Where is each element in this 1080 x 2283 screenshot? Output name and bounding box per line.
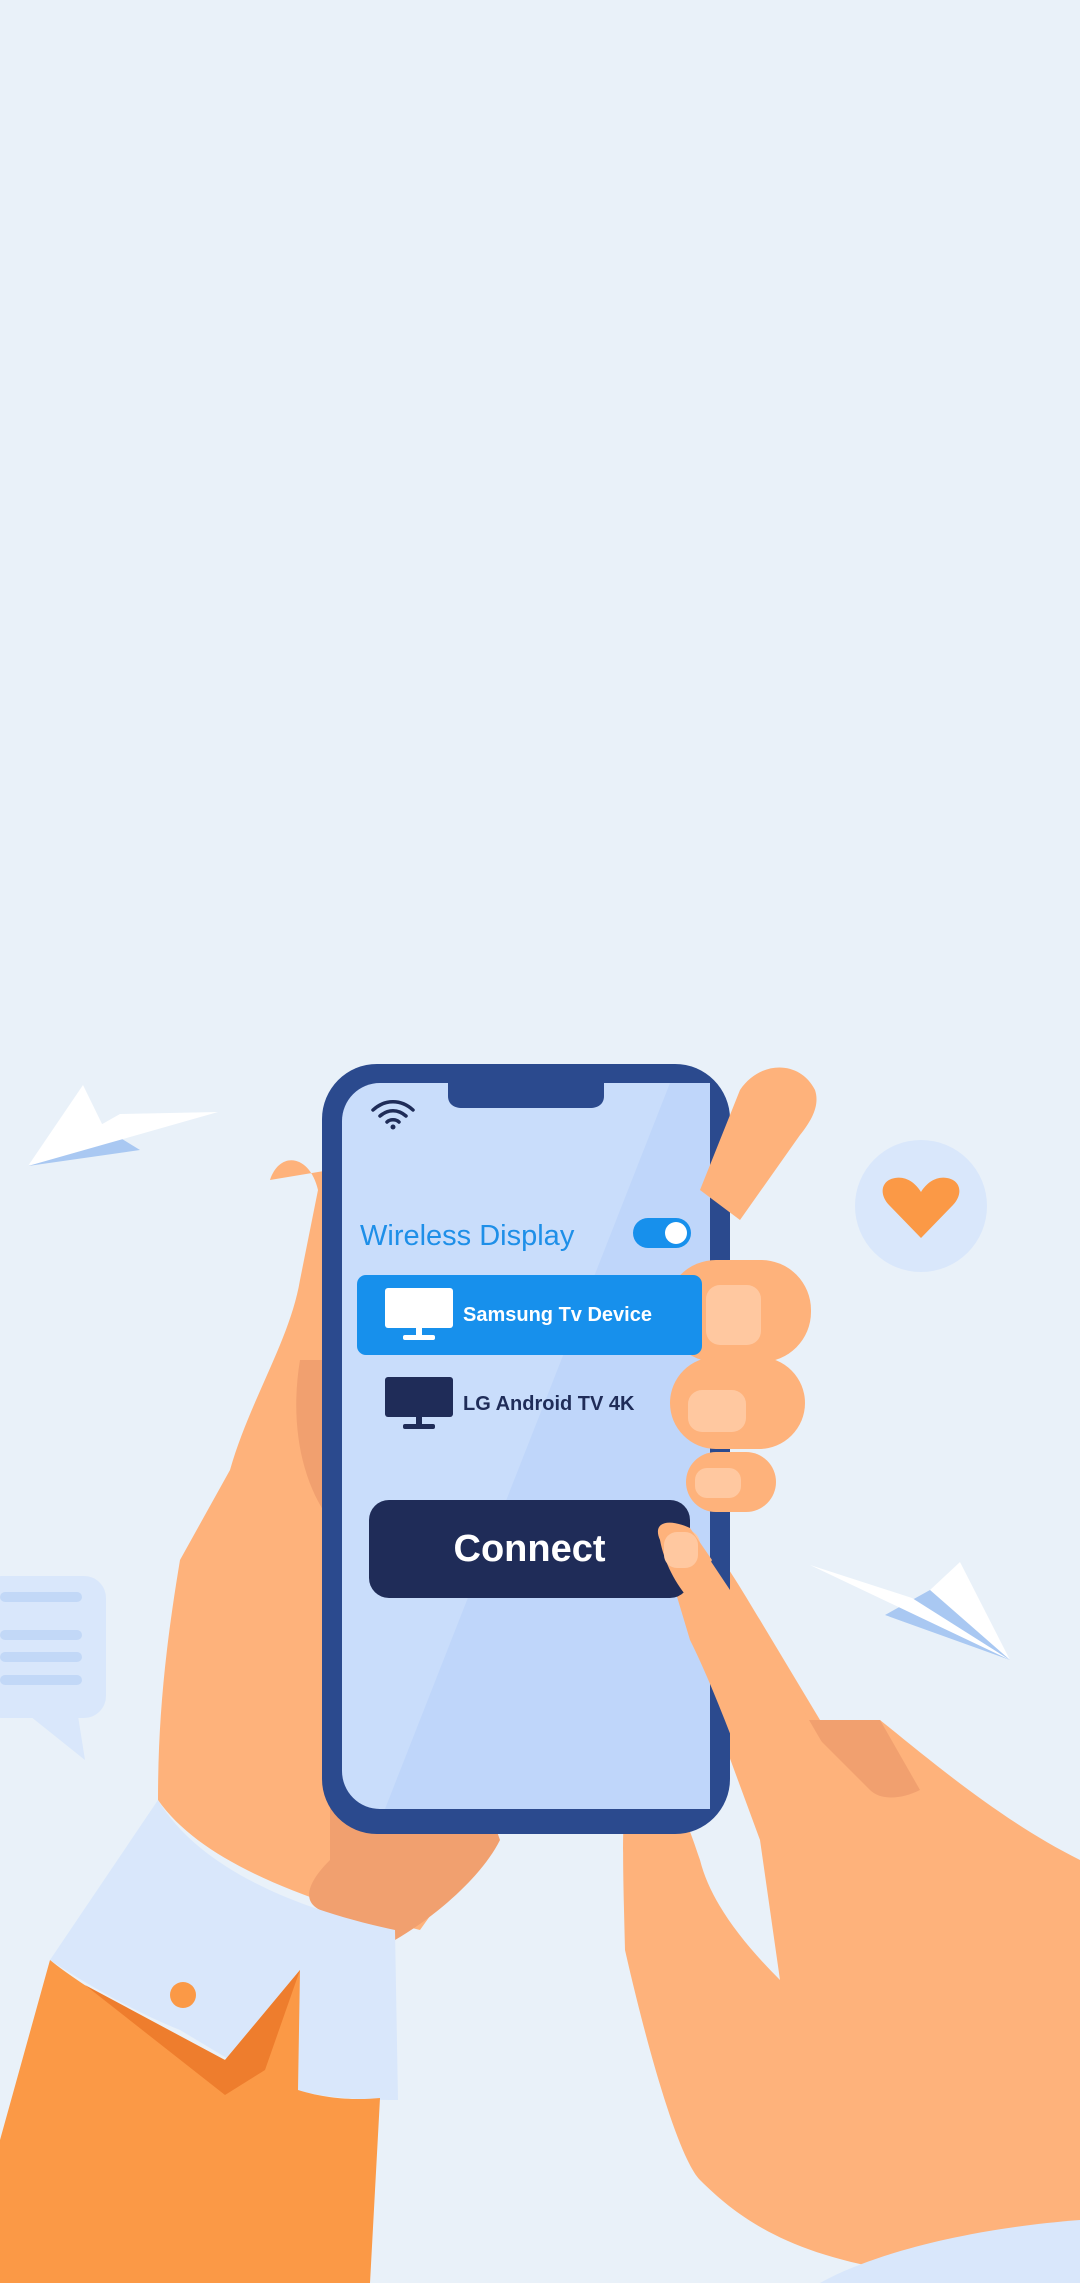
device-label: Samsung Tv Device bbox=[463, 1303, 652, 1326]
wireless-display-toggle[interactable] bbox=[633, 1218, 691, 1248]
phone-screen: Wireless Display Samsung Tv Device LG An… bbox=[0, 0, 1080, 2283]
device-item-lg[interactable]: LG Android TV 4K bbox=[357, 1364, 702, 1444]
toggle-knob bbox=[665, 1222, 687, 1244]
connect-button[interactable]: Connect bbox=[369, 1500, 690, 1598]
device-item-samsung[interactable]: Samsung Tv Device bbox=[357, 1275, 702, 1355]
device-label: LG Android TV 4K bbox=[463, 1392, 635, 1415]
wifi-icon bbox=[371, 1100, 415, 1130]
tv-icon bbox=[385, 1377, 453, 1429]
tv-icon bbox=[385, 1288, 453, 1340]
page-title: Wireless Display bbox=[360, 1220, 575, 1252]
